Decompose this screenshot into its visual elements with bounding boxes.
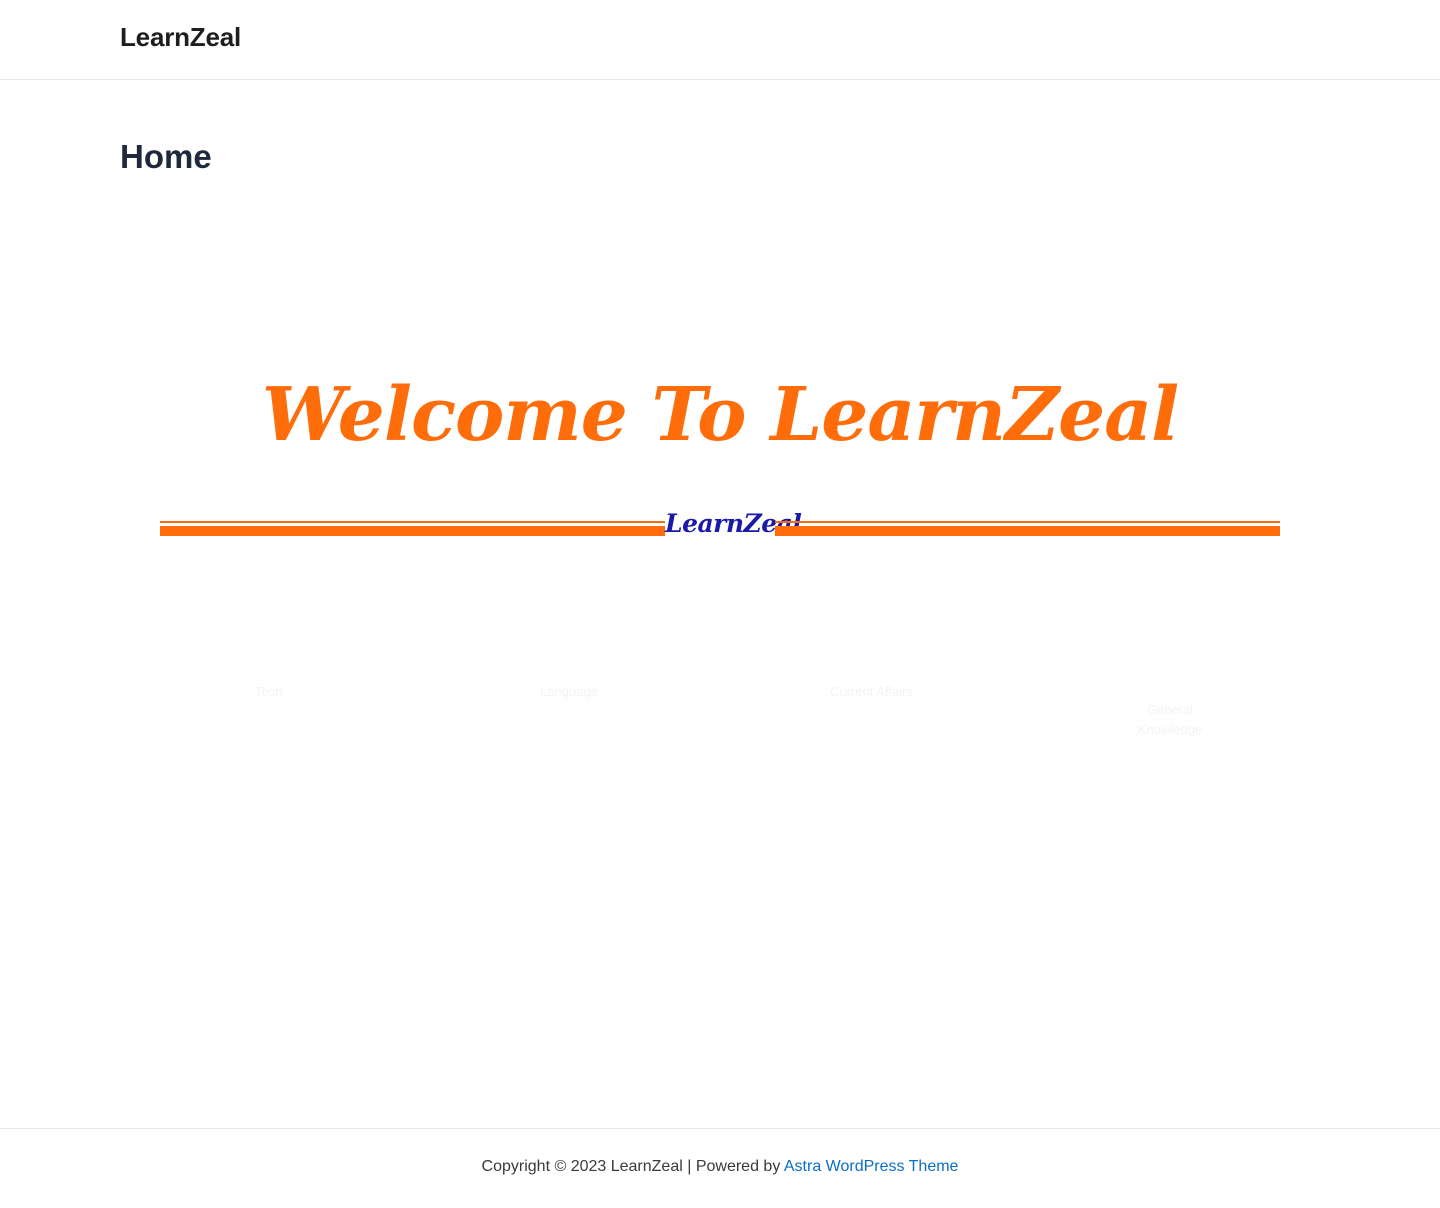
category-item-tech[interactable]: Tech <box>255 682 282 702</box>
site-title-link[interactable]: LearnZeal <box>120 22 241 53</box>
text-divider: LearnZeal <box>160 509 1280 541</box>
category-row: Tech Language Current Affairs General Kn… <box>160 682 1280 752</box>
page-title: Home <box>120 138 212 175</box>
footer-copyright-text: Copyright © 2023 LearnZeal | Powered by <box>481 1158 784 1175</box>
astra-theme-link[interactable]: Astra WordPress Theme <box>784 1158 959 1175</box>
category-item-language[interactable]: Language <box>540 682 598 702</box>
divider-text: LearnZeal <box>665 509 802 538</box>
category-item-general-knowledge[interactable]: General Knowledge <box>1135 700 1205 740</box>
footer-copyright: Copyright © 2023 LearnZeal | Powered by … <box>0 1158 1440 1176</box>
category-item-current-affairs[interactable]: Current Affairs <box>830 682 913 702</box>
page: LearnZeal Home Welcome To LearnZeal Lear… <box>0 0 1440 1208</box>
divider-line-right <box>775 521 1280 536</box>
divider-line-left <box>160 521 665 536</box>
site-footer: Copyright © 2023 LearnZeal | Powered by … <box>0 1128 1440 1208</box>
site-header: LearnZeal <box>0 0 1440 80</box>
welcome-heading: Welcome To LearnZeal <box>261 372 1180 458</box>
